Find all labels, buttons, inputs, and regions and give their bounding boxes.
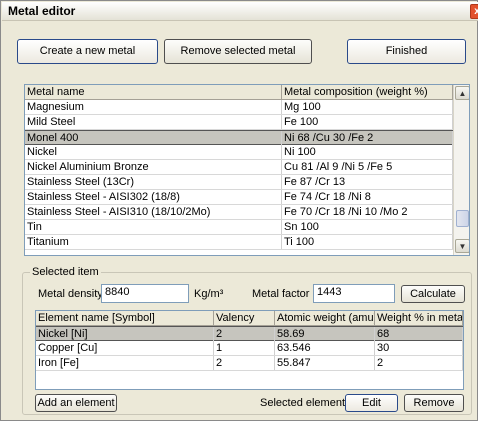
metal-list-scrollbar[interactable]: ▲ ▼ xyxy=(453,85,469,255)
column-header-element-name[interactable]: Element name [Symbol] xyxy=(36,311,214,326)
remove-selected-metal-button[interactable]: Remove selected metal xyxy=(164,39,312,64)
element-cell: Nickel [Ni] xyxy=(36,327,214,341)
create-metal-button[interactable]: Create a new metal xyxy=(17,39,158,64)
element-list-header: Element name [Symbol] Valency Atomic wei… xyxy=(36,311,463,326)
metal-list[interactable]: Metal name Metal composition (weight %) … xyxy=(24,84,470,256)
metal-cell: Stainless Steel - AISI302 (18/8) xyxy=(25,190,282,204)
metal-cell: Fe 70 /Cr 18 /Ni 10 /Mo 2 xyxy=(282,205,453,219)
arrow-up-icon[interactable]: ▲ xyxy=(455,86,469,100)
window-title: Metal editor xyxy=(8,4,76,18)
metal-row[interactable]: Mild Steel Fe 100 xyxy=(25,115,453,130)
metal-cell: Mg 100 xyxy=(282,100,453,114)
element-cell: 55.847 xyxy=(275,356,375,370)
element-list[interactable]: Element name [Symbol] Valency Atomic wei… xyxy=(35,310,464,390)
metal-cell: Magnesium xyxy=(25,100,282,114)
metal-density-input[interactable]: 8840 xyxy=(101,284,189,303)
metal-cell: Fe 100 xyxy=(282,115,453,129)
element-cell: 58.69 xyxy=(275,327,375,341)
selected-item-label: Selected item xyxy=(30,266,101,278)
metal-factor-input[interactable]: 1443 xyxy=(313,284,395,303)
calculate-button[interactable]: Calculate xyxy=(401,285,465,303)
element-cell: 63.546 xyxy=(275,341,375,355)
element-cell: Iron [Fe] xyxy=(36,356,214,370)
metal-cell: Stainless Steel (13Cr) xyxy=(25,175,282,189)
element-cell: 2 xyxy=(214,356,275,370)
column-header-weight-percent[interactable]: Weight % in metal xyxy=(375,311,463,326)
metal-row[interactable]: Monel 400 Ni 68 /Cu 30 /Fe 2 xyxy=(25,130,453,145)
edit-element-button[interactable]: Edit xyxy=(345,394,398,412)
metal-factor-label: Metal factor xyxy=(252,288,310,300)
metal-row[interactable]: Nickel Ni 100 xyxy=(25,145,453,160)
metal-cell: Mild Steel xyxy=(25,115,282,129)
metal-row[interactable]: Tin Sn 100 xyxy=(25,220,453,235)
metal-cell: Titanium xyxy=(25,235,282,249)
metal-cell: Ni 100 xyxy=(282,145,453,159)
metal-editor-window: Metal editor x Create a new metal Remove… xyxy=(0,0,478,421)
arrow-down-icon[interactable]: ▼ xyxy=(455,239,469,253)
element-cell: 30 xyxy=(375,341,463,355)
column-header-atomic-weight[interactable]: Atomic weight (amu) xyxy=(275,311,375,326)
element-cell: 1 xyxy=(214,341,275,355)
metal-cell: Tin xyxy=(25,220,282,234)
metal-row[interactable]: Stainless Steel (13Cr) Fe 87 /Cr 13 xyxy=(25,175,453,190)
metal-density-label: Metal density xyxy=(38,288,103,300)
metal-row[interactable]: Stainless Steel - AISI302 (18/8) Fe 74 /C… xyxy=(25,190,453,205)
close-icon[interactable]: x xyxy=(470,4,478,19)
metal-list-header: Metal name Metal composition (weight %) xyxy=(25,85,453,100)
metal-cell: Nickel Aluminium Bronze xyxy=(25,160,282,174)
metal-cell: Cu 81 /Al 9 /Ni 5 /Fe 5 xyxy=(282,160,453,174)
metal-row[interactable]: Stainless Steel - AISI310 (18/10/2Mo) Fe … xyxy=(25,205,453,220)
scroll-thumb[interactable] xyxy=(456,210,469,227)
title-bar[interactable]: Metal editor x xyxy=(2,2,478,21)
add-element-button[interactable]: Add an element xyxy=(35,394,117,412)
metal-cell: Sn 100 xyxy=(282,220,453,234)
selected-element-label: Selected element xyxy=(260,397,345,409)
column-header-metal-composition[interactable]: Metal composition (weight %) xyxy=(282,85,453,100)
remove-element-button[interactable]: Remove xyxy=(404,394,464,412)
metal-row[interactable]: Nickel Aluminium Bronze Cu 81 /Al 9 /Ni 5… xyxy=(25,160,453,175)
metal-cell: Ni 68 /Cu 30 /Fe 2 xyxy=(282,131,453,145)
element-row[interactable]: Nickel [Ni] 2 58.69 68 xyxy=(36,326,463,341)
metal-row[interactable]: Magnesium Mg 100 xyxy=(25,100,453,115)
element-cell: 2 xyxy=(375,356,463,370)
column-header-valency[interactable]: Valency xyxy=(214,311,275,326)
metal-cell: Ti 100 xyxy=(282,235,453,249)
element-row[interactable]: Iron [Fe] 2 55.847 2 xyxy=(36,356,463,371)
metal-cell: Nickel xyxy=(25,145,282,159)
metal-cell: Fe 74 /Cr 18 /Ni 8 xyxy=(282,190,453,204)
element-cell: 68 xyxy=(375,327,463,341)
column-header-metal-name[interactable]: Metal name xyxy=(25,85,282,100)
element-row[interactable]: Copper [Cu] 1 63.546 30 xyxy=(36,341,463,356)
metal-cell: Stainless Steel - AISI310 (18/10/2Mo) xyxy=(25,205,282,219)
metal-row[interactable]: Titanium Ti 100 xyxy=(25,235,453,250)
metal-cell: Monel 400 xyxy=(25,131,282,145)
density-unit-label: Kg/m³ xyxy=(194,288,224,300)
element-cell: Copper [Cu] xyxy=(36,341,214,355)
metal-cell: Fe 87 /Cr 13 xyxy=(282,175,453,189)
finished-button[interactable]: Finished xyxy=(347,39,466,64)
element-cell: 2 xyxy=(214,327,275,341)
